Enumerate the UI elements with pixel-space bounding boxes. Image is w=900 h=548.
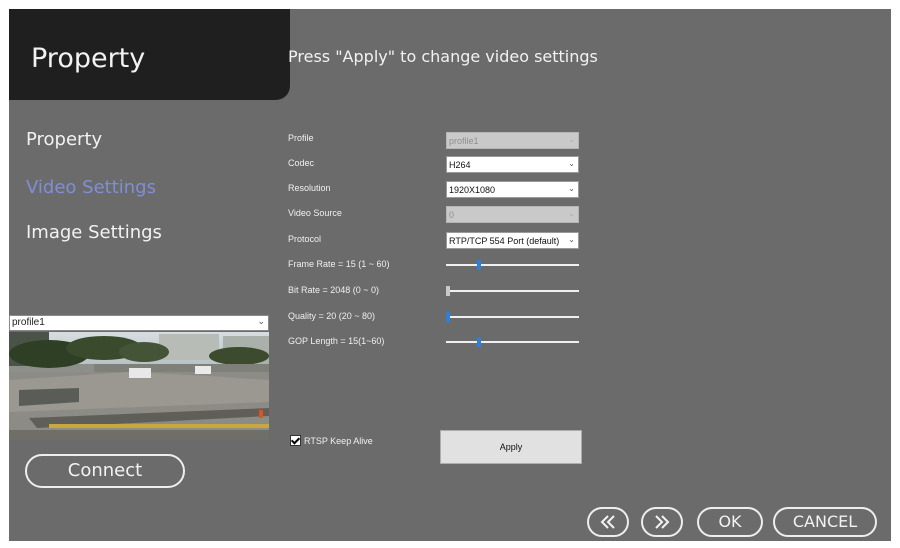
gop-length-label: GOP Length = 15(1~60) (288, 336, 385, 346)
bit-rate-label: Bit Rate = 2048 (0 ~ 0) (288, 285, 380, 295)
camera-preview-image (9, 332, 269, 440)
bit-rate-slider[interactable] (446, 285, 579, 297)
slider-track (446, 341, 579, 343)
double-chevron-right-icon (655, 515, 670, 529)
gop-length-slider[interactable] (446, 336, 579, 348)
profile-label: Profile (288, 133, 314, 143)
resolution-value: 1920X1080 (449, 185, 496, 195)
resolution-label: Resolution (288, 183, 331, 193)
video-source-value: 0 (449, 210, 455, 220)
instruction-banner: Press "Apply" to change video settings (288, 47, 598, 66)
cancel-button[interactable]: CANCEL (773, 507, 877, 537)
connect-button[interactable]: Connect (25, 454, 185, 488)
chevron-down-icon: ⌄ (568, 135, 575, 144)
slider-track (446, 290, 579, 292)
chevron-down-icon: ⌄ (568, 159, 575, 168)
video-source-label: Video Source (288, 208, 342, 218)
slider-thumb[interactable] (446, 312, 450, 322)
chevron-down-icon: ⌄ (257, 316, 265, 326)
slider-thumb[interactable] (476, 337, 481, 347)
protocol-value: RTP/TCP 554 Port (default) (449, 236, 560, 246)
quality-label: Quality = 20 (20 ~ 80) (288, 311, 376, 321)
sidebar-item-property[interactable]: Property (26, 129, 102, 150)
slider-track (446, 316, 579, 318)
chevron-down-icon: ⌄ (568, 184, 575, 193)
resolution-select[interactable]: 1920X1080 ⌄ (446, 181, 579, 198)
codec-value: H264 (449, 160, 471, 170)
protocol-label: Protocol (288, 234, 322, 244)
title-panel: Property (9, 9, 290, 100)
profile-select[interactable]: profile1 ⌄ (446, 132, 579, 149)
next-button[interactable] (641, 507, 683, 537)
sidebar-item-image-settings[interactable]: Image Settings (26, 222, 162, 243)
app-window: Property Press "Apply" to change video s… (9, 9, 891, 541)
preview-profile-value: profile1 (12, 317, 45, 328)
double-chevron-left-icon (600, 515, 615, 529)
quality-slider[interactable] (446, 311, 579, 323)
protocol-select[interactable]: RTP/TCP 554 Port (default) ⌄ (446, 232, 579, 249)
frame-rate-slider[interactable] (446, 259, 579, 271)
profile-value: profile1 (449, 136, 479, 146)
codec-label: Codec (288, 158, 315, 168)
frame-rate-label: Frame Rate = 15 (1 ~ 60) (288, 259, 390, 269)
slider-track (446, 264, 579, 266)
slider-thumb[interactable] (446, 286, 450, 296)
page-title: Property (31, 43, 146, 74)
chevron-down-icon: ⌄ (568, 209, 575, 218)
video-source-select[interactable]: 0 ⌄ (446, 206, 579, 223)
apply-button[interactable]: Apply (440, 430, 582, 464)
rtsp-keep-alive-checkbox[interactable]: RTSP Keep Alive (290, 435, 373, 446)
prev-button[interactable] (587, 507, 629, 537)
codec-select[interactable]: H264 ⌄ (446, 156, 579, 173)
preview-profile-select[interactable]: profile1 ⌄ (9, 315, 269, 331)
slider-thumb[interactable] (476, 260, 481, 270)
sidebar-item-video-settings[interactable]: Video Settings (26, 177, 156, 198)
checkbox-checked-icon[interactable] (290, 435, 301, 446)
rtsp-keep-alive-label: RTSP Keep Alive (304, 436, 373, 446)
ok-button[interactable]: OK (697, 507, 763, 537)
chevron-down-icon: ⌄ (568, 235, 575, 244)
